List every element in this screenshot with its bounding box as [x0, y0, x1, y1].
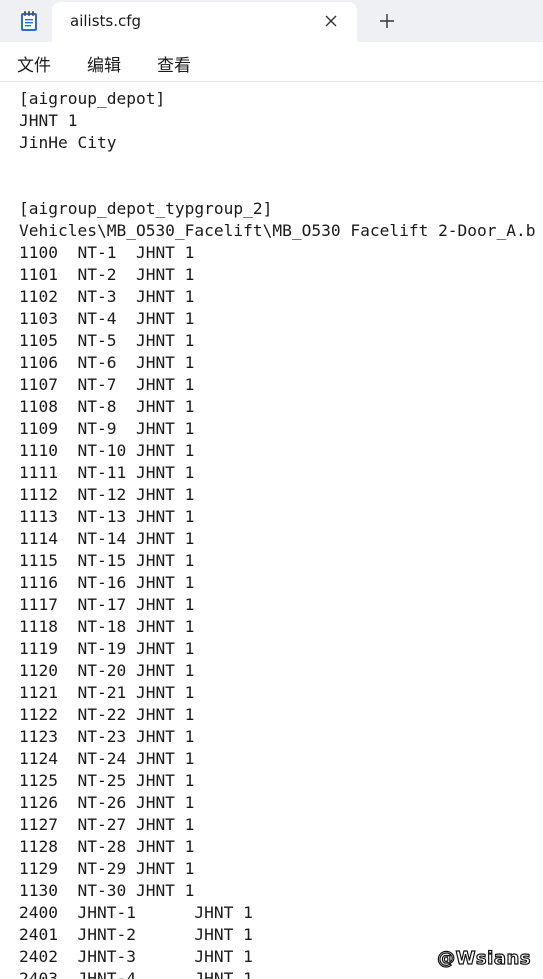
text-line: [aigroup_depot_typgroup_2] — [19, 199, 273, 218]
text-line: 1102 NT-3 JHNT 1 — [19, 287, 195, 306]
menu-bar: 文件 编辑 查看 — [0, 42, 543, 82]
text-line: 1120 NT-20 JHNT 1 — [19, 661, 195, 680]
text-line — [19, 176, 536, 198]
close-icon[interactable] — [322, 12, 340, 30]
text-line: 1115 NT-15 JHNT 1 — [19, 551, 195, 570]
text-line: 1100 NT-1 JHNT 1 — [19, 243, 195, 262]
text-line: 2403 JHNT-4 JHNT 1 — [19, 969, 253, 979]
text-line: 1111 NT-11 JHNT 1 — [19, 463, 195, 482]
tab-title: ailists.cfg — [70, 12, 142, 30]
text-line: 1106 NT-6 JHNT 1 — [19, 353, 195, 372]
text-line: 2401 JHNT-2 JHNT 1 — [19, 925, 253, 944]
text-line: [aigroup_depot] — [19, 89, 166, 108]
text-line: 1123 NT-23 JHNT 1 — [19, 727, 195, 746]
text-line: 1114 NT-14 JHNT 1 — [19, 529, 195, 548]
text-line: 1118 NT-18 JHNT 1 — [19, 617, 195, 636]
text-line: 1119 NT-19 JHNT 1 — [19, 639, 195, 658]
text-line: 1103 NT-4 JHNT 1 — [19, 309, 195, 328]
text-line: 1124 NT-24 JHNT 1 — [19, 749, 195, 768]
text-line: 1101 NT-2 JHNT 1 — [19, 265, 195, 284]
text-line: 1112 NT-12 JHNT 1 — [19, 485, 195, 504]
text-line: 1128 NT-28 JHNT 1 — [19, 837, 195, 856]
text-line: 1122 NT-22 JHNT 1 — [19, 705, 195, 724]
text-line: 1108 NT-8 JHNT 1 — [19, 397, 195, 416]
editor-lines: [aigroup_depot] JHNT 1 JinHe City [aigroup_… — [19, 88, 536, 979]
text-line: 1113 NT-13 JHNT 1 — [19, 507, 195, 526]
text-editor[interactable]: [aigroup_depot] JHNT 1 JinHe City [aigroup_… — [0, 82, 543, 979]
tab-ailists[interactable]: ailists.cfg — [52, 2, 357, 42]
tab-bar: ailists.cfg — [0, 0, 543, 42]
text-line: 1109 NT-9 JHNT 1 — [19, 419, 195, 438]
text-line: 1126 NT-26 JHNT 1 — [19, 793, 195, 812]
text-line: 1116 NT-16 JHNT 1 — [19, 573, 195, 592]
text-line: 1121 NT-21 JHNT 1 — [19, 683, 195, 702]
notepad-window: ailists.cfg 文件 编辑 查看 [aigroup_depot] JHNT… — [0, 0, 543, 979]
text-line: 2400 JHNT-1 JHNT 1 — [19, 903, 253, 922]
watermark: @Wsians — [436, 947, 531, 969]
notepad-icon — [20, 10, 38, 32]
text-line: 1107 NT-7 JHNT 1 — [19, 375, 195, 394]
text-line: 1125 NT-25 JHNT 1 — [19, 771, 195, 790]
text-line — [19, 154, 536, 176]
text-line: 1110 NT-10 JHNT 1 — [19, 441, 195, 460]
text-line: Vehicles\MB_O530_Facelift\MB_O530 Faceli… — [19, 221, 536, 240]
text-line: 1129 NT-29 JHNT 1 — [19, 859, 195, 878]
text-line: JinHe City — [19, 133, 117, 152]
text-line: JHNT 1 — [19, 111, 78, 130]
menu-edit[interactable]: 编辑 — [87, 51, 121, 76]
plus-icon[interactable] — [377, 11, 397, 31]
text-line: 1105 NT-5 JHNT 1 — [19, 331, 195, 350]
text-line: 1130 NT-30 JHNT 1 — [19, 881, 195, 900]
menu-view[interactable]: 查看 — [157, 51, 191, 76]
menu-file[interactable]: 文件 — [17, 51, 51, 76]
text-line: 1117 NT-17 JHNT 1 — [19, 595, 195, 614]
text-line: 1127 NT-27 JHNT 1 — [19, 815, 195, 834]
